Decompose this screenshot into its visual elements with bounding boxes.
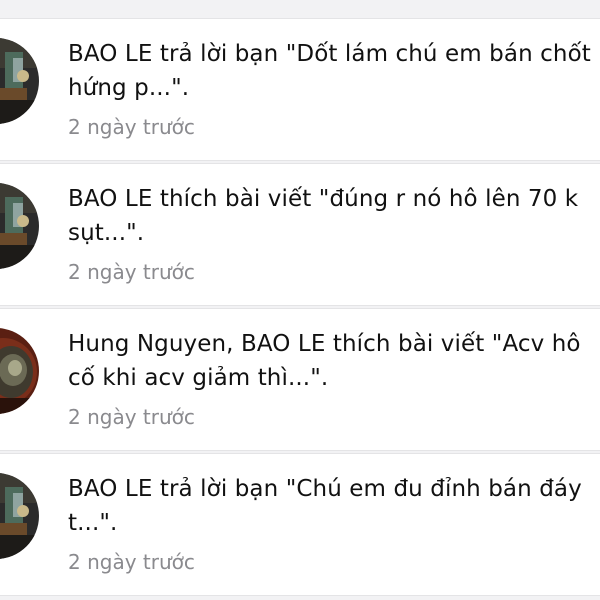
notification-text-line2: sụt...".: [68, 220, 145, 246]
notification-text-line1: BAO LE trả lời bạn "Chú em đu đỉnh bán đ…: [68, 476, 582, 502]
avatar-icon[interactable]: [0, 473, 39, 559]
timestamp: 2 ngày trước: [68, 260, 195, 284]
notification-item[interactable]: Hung Nguyen, BAO LE thích bài viết "Acv …: [0, 308, 600, 451]
notification-text-line2: hứng p...".: [68, 75, 190, 101]
notification-text-line1: BAO LE trả lời bạn "Dốt lám chú em bán c…: [68, 41, 591, 67]
avatar-icon[interactable]: [0, 328, 39, 414]
notification-text: BAO LE thích bài viết "đúng r nó hô lên …: [68, 182, 600, 250]
avatar-icon[interactable]: [0, 183, 39, 269]
notification-text: BAO LE trả lời bạn "Chú em đu đỉnh bán đ…: [68, 472, 600, 540]
notification-text-line2: cố khi acv giảm thì...".: [68, 365, 329, 391]
notification-item[interactable]: BAO LE trả lời bạn "Dốt lám chú em bán c…: [0, 18, 600, 161]
timestamp: 2 ngày trước: [68, 115, 195, 139]
notification-text: BAO LE trả lời bạn "Dốt lám chú em bán c…: [68, 37, 600, 105]
notification-list: BAO LE trả lời bạn "Dốt lám chú em bán c…: [0, 0, 600, 600]
notification-item[interactable]: BAO LE trả lời bạn "Chú em đu đỉnh bán đ…: [0, 453, 600, 596]
timestamp: 2 ngày trước: [68, 550, 195, 574]
notification-item[interactable]: BAO LE thích bài viết "đúng r nó hô lên …: [0, 163, 600, 306]
notification-text-line1: Hung Nguyen, BAO LE thích bài viết "Acv …: [68, 331, 581, 357]
notification-text: Hung Nguyen, BAO LE thích bài viết "Acv …: [68, 327, 600, 395]
notification-text-line1: BAO LE thích bài viết "đúng r nó hô lên …: [68, 186, 579, 212]
avatar-icon[interactable]: [0, 38, 39, 124]
notification-text-line2: t...".: [68, 510, 118, 536]
timestamp: 2 ngày trước: [68, 405, 195, 429]
